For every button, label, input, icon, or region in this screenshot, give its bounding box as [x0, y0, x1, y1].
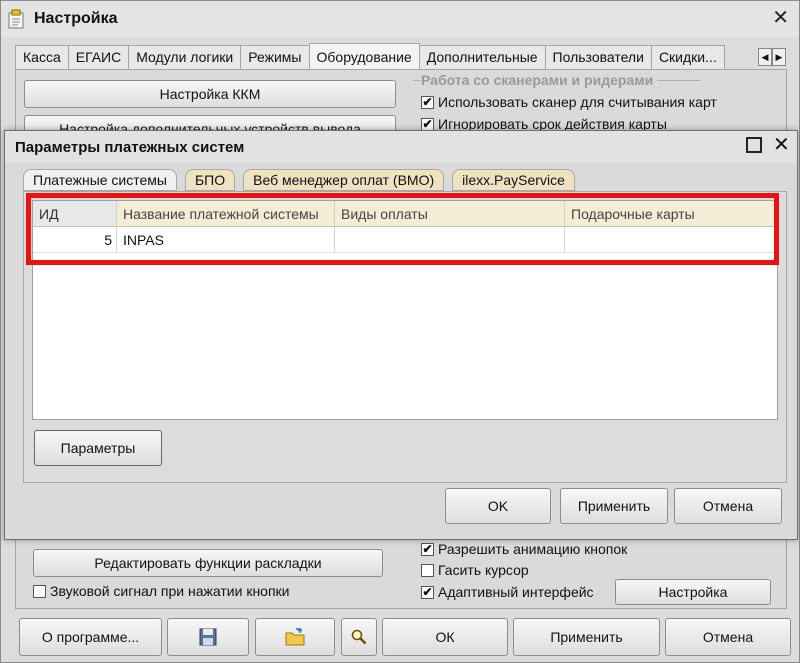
app-icon	[8, 9, 24, 29]
maximize-icon[interactable]	[746, 137, 762, 153]
checkbox-checked-icon: ✔	[421, 94, 434, 109]
column-header-gift-cards[interactable]: Подарочные карты	[565, 201, 777, 226]
parameters-button[interactable]: Параметры	[34, 430, 162, 466]
table-row[interactable]: 5 INPAS	[33, 227, 777, 253]
search-button[interactable]	[341, 618, 377, 656]
sound-signal-label: Звуковой сигнал при нажатии кнопки	[50, 583, 290, 599]
kkm-settings-button[interactable]: Настройка ККМ	[24, 80, 396, 108]
tab-modes[interactable]: Режимы	[240, 45, 310, 69]
tab-logic-modules[interactable]: Модули логики	[128, 45, 242, 69]
dialog-cancel-button[interactable]: Отмена	[674, 488, 782, 524]
search-icon	[351, 629, 367, 645]
open-folder-button[interactable]	[255, 618, 335, 656]
apply-button[interactable]: Применить	[513, 618, 660, 656]
dialog-tabs: Платежные системы БПО Веб менеджер оплат…	[23, 169, 583, 191]
hide-cursor-checkbox[interactable]: Гасить курсор	[421, 562, 529, 578]
checkbox-empty-icon	[33, 584, 46, 598]
tab-scroll-arrows: ◀ ▶	[758, 48, 786, 66]
adaptive-settings-button[interactable]: Настройка	[615, 579, 771, 605]
table-cell-payment-types[interactable]	[335, 227, 565, 252]
tab-equipment[interactable]: Оборудование	[308, 43, 420, 69]
checkbox-checked-icon: ✔	[421, 541, 434, 556]
table-cell-gift-cards[interactable]	[565, 227, 777, 252]
edit-layout-button[interactable]: Редактировать функции раскладки	[33, 549, 383, 577]
table-header: ИД Название платежной системы Виды оплат…	[33, 201, 777, 227]
ok-button[interactable]: ОК	[382, 618, 508, 656]
dialog-apply-button[interactable]: Применить	[560, 488, 668, 524]
checkbox-checked-icon: ✔	[421, 584, 434, 599]
button-animation-label: Разрешить анимацию кнопок	[438, 541, 628, 557]
use-scanner-label: Использовать сканер для считывания карт	[438, 94, 717, 110]
table-cell-id[interactable]: 5	[33, 227, 117, 252]
close-icon[interactable]: ✕	[773, 134, 790, 156]
about-button[interactable]: О программе...	[19, 618, 162, 656]
tab-discounts[interactable]: Скидки...	[650, 45, 725, 69]
button-animation-checkbox[interactable]: ✔ Разрешить анимацию кнопок	[421, 541, 627, 557]
dialog-titlebar: Параметры платежных систем ✕	[5, 131, 797, 163]
settings-tabs: Касса ЕГАИС Модули логики Режимы Оборудо…	[15, 43, 725, 69]
arrow-right-icon[interactable]: ▶	[772, 48, 786, 66]
scan-group-title: Работа со сканерами и ридерами	[421, 72, 658, 88]
checkbox-empty-icon	[421, 563, 434, 577]
checkbox-checked-icon: ✔	[421, 116, 434, 131]
tab-users[interactable]: Пользователи	[544, 45, 652, 69]
tab-egais[interactable]: ЕГАИС	[67, 45, 130, 69]
payment-systems-panel: ИД Название платежной системы Виды оплат…	[23, 191, 787, 483]
tab-payment-systems[interactable]: Платежные системы	[23, 169, 177, 191]
tab-ilexx-payservice[interactable]: ilexx.PayService	[452, 169, 575, 191]
tab-bpo[interactable]: БПО	[184, 169, 236, 191]
dialog-ok-button[interactable]: OK	[445, 488, 551, 524]
sound-signal-checkbox[interactable]: Звуковой сигнал при нажатии кнопки	[33, 583, 289, 599]
payment-systems-table[interactable]: ИД Название платежной системы Виды оплат…	[32, 200, 778, 420]
adaptive-ui-checkbox[interactable]: ✔ Адаптивный интерфейс	[421, 584, 594, 600]
column-header-name[interactable]: Название платежной системы	[117, 201, 335, 226]
close-icon[interactable]: ✕	[772, 7, 789, 29]
hide-cursor-label: Гасить курсор	[438, 562, 529, 578]
use-scanner-checkbox[interactable]: ✔ Использовать сканер для считывания кар…	[421, 94, 717, 110]
tab-kassa[interactable]: Касса	[15, 45, 69, 69]
floppy-disk-icon	[199, 628, 217, 646]
save-button[interactable]	[167, 618, 249, 656]
dialog-title: Параметры платежных систем	[15, 139, 245, 156]
settings-title: Настройка	[34, 10, 118, 27]
folder-icon	[285, 627, 305, 646]
table-cell-name[interactable]: INPAS	[117, 227, 335, 252]
payment-systems-dialog: Параметры платежных систем ✕ Платежные с…	[4, 130, 798, 540]
cancel-button[interactable]: Отмена	[665, 618, 791, 656]
tab-additional[interactable]: Дополнительные	[418, 45, 546, 69]
arrow-left-icon[interactable]: ◀	[758, 48, 772, 66]
settings-titlebar: Настройка ✕	[1, 1, 799, 37]
adaptive-ui-label: Адаптивный интерфейс	[438, 584, 594, 600]
column-header-payment-types[interactable]: Виды оплаты	[335, 201, 565, 226]
tab-web-payment-manager[interactable]: Веб менеджер оплат (ВМО)	[243, 169, 445, 191]
column-header-id[interactable]: ИД	[33, 201, 117, 226]
